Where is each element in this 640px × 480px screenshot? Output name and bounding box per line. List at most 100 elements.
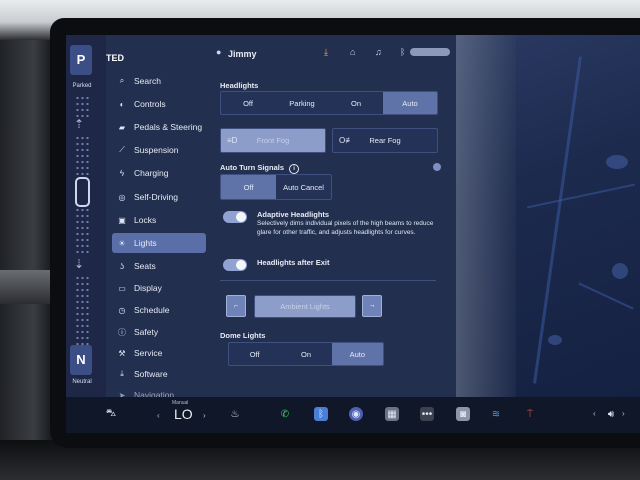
- turn-signals-option-auto-cancel[interactable]: Auto Cancel: [276, 175, 331, 199]
- front-fog-button[interactable]: ≡D Front Fog: [220, 128, 326, 153]
- wifi-icon[interactable]: ≋: [489, 407, 503, 421]
- lock-icon: ▣: [118, 215, 126, 225]
- gear-neutral-label: Neutral: [72, 379, 92, 385]
- arrow-up-icon: ⇡: [74, 117, 85, 131]
- menu-item-schedule[interactable]: ◷ Schedule: [112, 300, 206, 320]
- toybox-icon[interactable]: ▦: [385, 407, 399, 421]
- phone-icon[interactable]: ✆: [278, 407, 292, 421]
- wrench-icon: ⟋: [119, 145, 125, 154]
- adaptive-headlights-description: Selectively dims individual pixels of th…: [257, 220, 434, 236]
- seat-heater-icon[interactable]: ♨: [228, 407, 242, 421]
- menu-item-safety[interactable]: ⓘ Safety: [112, 322, 206, 342]
- gear-dots-bottom: [75, 275, 89, 345]
- homelink-icon[interactable]: ⌂: [350, 47, 355, 57]
- rear-fog-icon: O≢: [339, 136, 354, 145]
- driver-profile-name[interactable]: Jimmy: [228, 49, 257, 59]
- car-top-icon: [75, 177, 90, 207]
- adaptive-headlights-title: Adaptive Headlights: [257, 210, 330, 219]
- ambient-lights-button[interactable]: Ambient Lights: [254, 295, 356, 318]
- menu-item-display[interactable]: ▭ Display: [112, 278, 206, 298]
- dome-option-auto[interactable]: Auto: [331, 343, 383, 365]
- background-left: [0, 40, 56, 480]
- camera-icon[interactable]: ◉: [349, 407, 363, 421]
- menu-item-self-driving[interactable]: ◎ Self-Driving: [112, 187, 206, 207]
- menu-item-lights[interactable]: ☀ Lights: [112, 233, 206, 253]
- auto-turn-signals-title: Auto Turn Signals i: [220, 163, 300, 174]
- menu-item-pedals-steering[interactable]: ▰ Pedals & Steering: [112, 117, 206, 137]
- map-road: [526, 183, 636, 209]
- volume-icon[interactable]: 🔊︎: [604, 407, 618, 421]
- rear-fog-button[interactable]: O≢ Rear Fog: [332, 128, 438, 153]
- dash-trim: [0, 270, 56, 304]
- vehicle-name: TED: [106, 53, 124, 63]
- adaptive-headlights-toggle[interactable]: [223, 211, 247, 223]
- dome-lights-title: Dome Lights: [220, 331, 266, 340]
- menu-item-service[interactable]: ⚒ Service: [112, 343, 206, 363]
- chevron-left-icon[interactable]: ‹: [157, 411, 160, 420]
- bell-icon[interactable]: ♫: [375, 47, 382, 57]
- joystick-icon[interactable]: ⍑: [523, 407, 537, 421]
- wrench-icon: ⚒: [118, 348, 126, 358]
- auto-turn-signals-selector[interactable]: Off Auto Cancel: [220, 174, 332, 200]
- menu-item-charging[interactable]: ϟ Charging: [112, 163, 206, 183]
- turn-signals-option-off[interactable]: Off: [221, 175, 276, 199]
- dome-option-off[interactable]: Off: [229, 343, 280, 365]
- map-road: [578, 282, 634, 310]
- dome-option-on[interactable]: On: [280, 343, 331, 365]
- gear-dots-top: [75, 95, 89, 117]
- more-icon[interactable]: •••: [420, 407, 434, 421]
- headlights-selector[interactable]: Off Parking On Auto: [220, 91, 438, 115]
- headlights-option-off[interactable]: Off: [221, 92, 275, 114]
- ambient-dim-icon[interactable]: ⌐: [226, 295, 246, 317]
- map-area: [606, 155, 628, 169]
- seat-icon: ʖ: [120, 261, 124, 271]
- display-icon: ▭: [118, 283, 126, 293]
- download-icon[interactable]: ⤓: [324, 47, 328, 58]
- toggle-icon: ◐: [119, 99, 125, 109]
- connectivity-indicator: [410, 48, 450, 56]
- gear-selector[interactable]: P Parked ⇡ ⇣ N Neutral: [66, 35, 106, 433]
- car-icon: ▰: [118, 122, 126, 132]
- front-fog-icon: ≡D: [227, 136, 238, 145]
- clock-icon: ◷: [118, 305, 126, 315]
- dashcam-icon[interactable]: ◙: [456, 407, 470, 421]
- section-divider: [220, 280, 436, 281]
- bluetooth-icon[interactable]: ᛒ: [314, 407, 328, 421]
- steering-wheel-icon: ◎: [118, 192, 126, 202]
- menu-item-search[interactable]: ⌕ Search: [112, 71, 206, 91]
- car-icon[interactable]: ⛍: [104, 407, 118, 421]
- headlights-option-auto[interactable]: Auto: [383, 92, 437, 114]
- lights-settings-panel: ● Jimmy ⤓ ⌂ ♫ ᛒ Headlights Off Parking O…: [214, 35, 456, 433]
- headlights-option-on[interactable]: On: [329, 92, 383, 114]
- scroll-indicator: [433, 163, 441, 171]
- menu-item-controls[interactable]: ◐ Controls: [112, 94, 206, 114]
- status-bar: ● Jimmy ⤓ ⌂ ♫ ᛒ: [214, 35, 456, 71]
- headlights-option-parking[interactable]: Parking: [275, 92, 329, 114]
- bluetooth-icon[interactable]: ᛒ: [400, 47, 405, 57]
- profile-icon[interactable]: ●: [216, 47, 221, 57]
- wiper-value[interactable]: LO: [174, 406, 193, 422]
- headlights-after-exit-title: Headlights after Exit: [257, 258, 330, 267]
- gear-park[interactable]: P: [70, 45, 92, 75]
- ambient-bright-icon[interactable]: ¬: [362, 295, 382, 317]
- shield-icon: ⓘ: [118, 327, 126, 337]
- navigation-map[interactable]: [456, 35, 640, 397]
- info-icon[interactable]: i: [289, 164, 300, 174]
- menu-item-software[interactable]: ⤓ Software: [112, 364, 206, 384]
- bottom-dock: ⛍ ‹ Manual LO › ♨ ✆ ᛒ ◉ ▦ ••• ◙ ≋ ⍑ ‹ 🔊︎…: [66, 397, 640, 433]
- touchscreen: P Parked ⇡ ⇣ N Neutral TED ⌕ Search ◐ Cont…: [66, 35, 640, 433]
- menu-item-locks[interactable]: ▣ Locks: [112, 210, 206, 230]
- sun-icon: ☀: [118, 238, 126, 248]
- dome-lights-selector[interactable]: Off On Auto: [228, 342, 384, 366]
- menu-item-suspension[interactable]: ⟋ Suspension: [112, 140, 206, 160]
- settings-menu: TED ⌕ Search ◐ Controls ▰ Pedals & Steering…: [106, 35, 214, 433]
- headlights-after-exit-toggle[interactable]: [223, 259, 247, 271]
- map-area: [612, 263, 628, 279]
- chevron-right-icon[interactable]: ›: [622, 409, 625, 418]
- gear-park-label: Parked: [72, 83, 92, 89]
- chevron-left-icon[interactable]: ‹: [593, 409, 596, 418]
- gear-neutral[interactable]: N: [70, 345, 92, 375]
- chevron-right-icon[interactable]: ›: [203, 411, 206, 420]
- gear-dots-mid: [75, 135, 89, 175]
- menu-item-seats[interactable]: ʖ Seats: [112, 256, 206, 276]
